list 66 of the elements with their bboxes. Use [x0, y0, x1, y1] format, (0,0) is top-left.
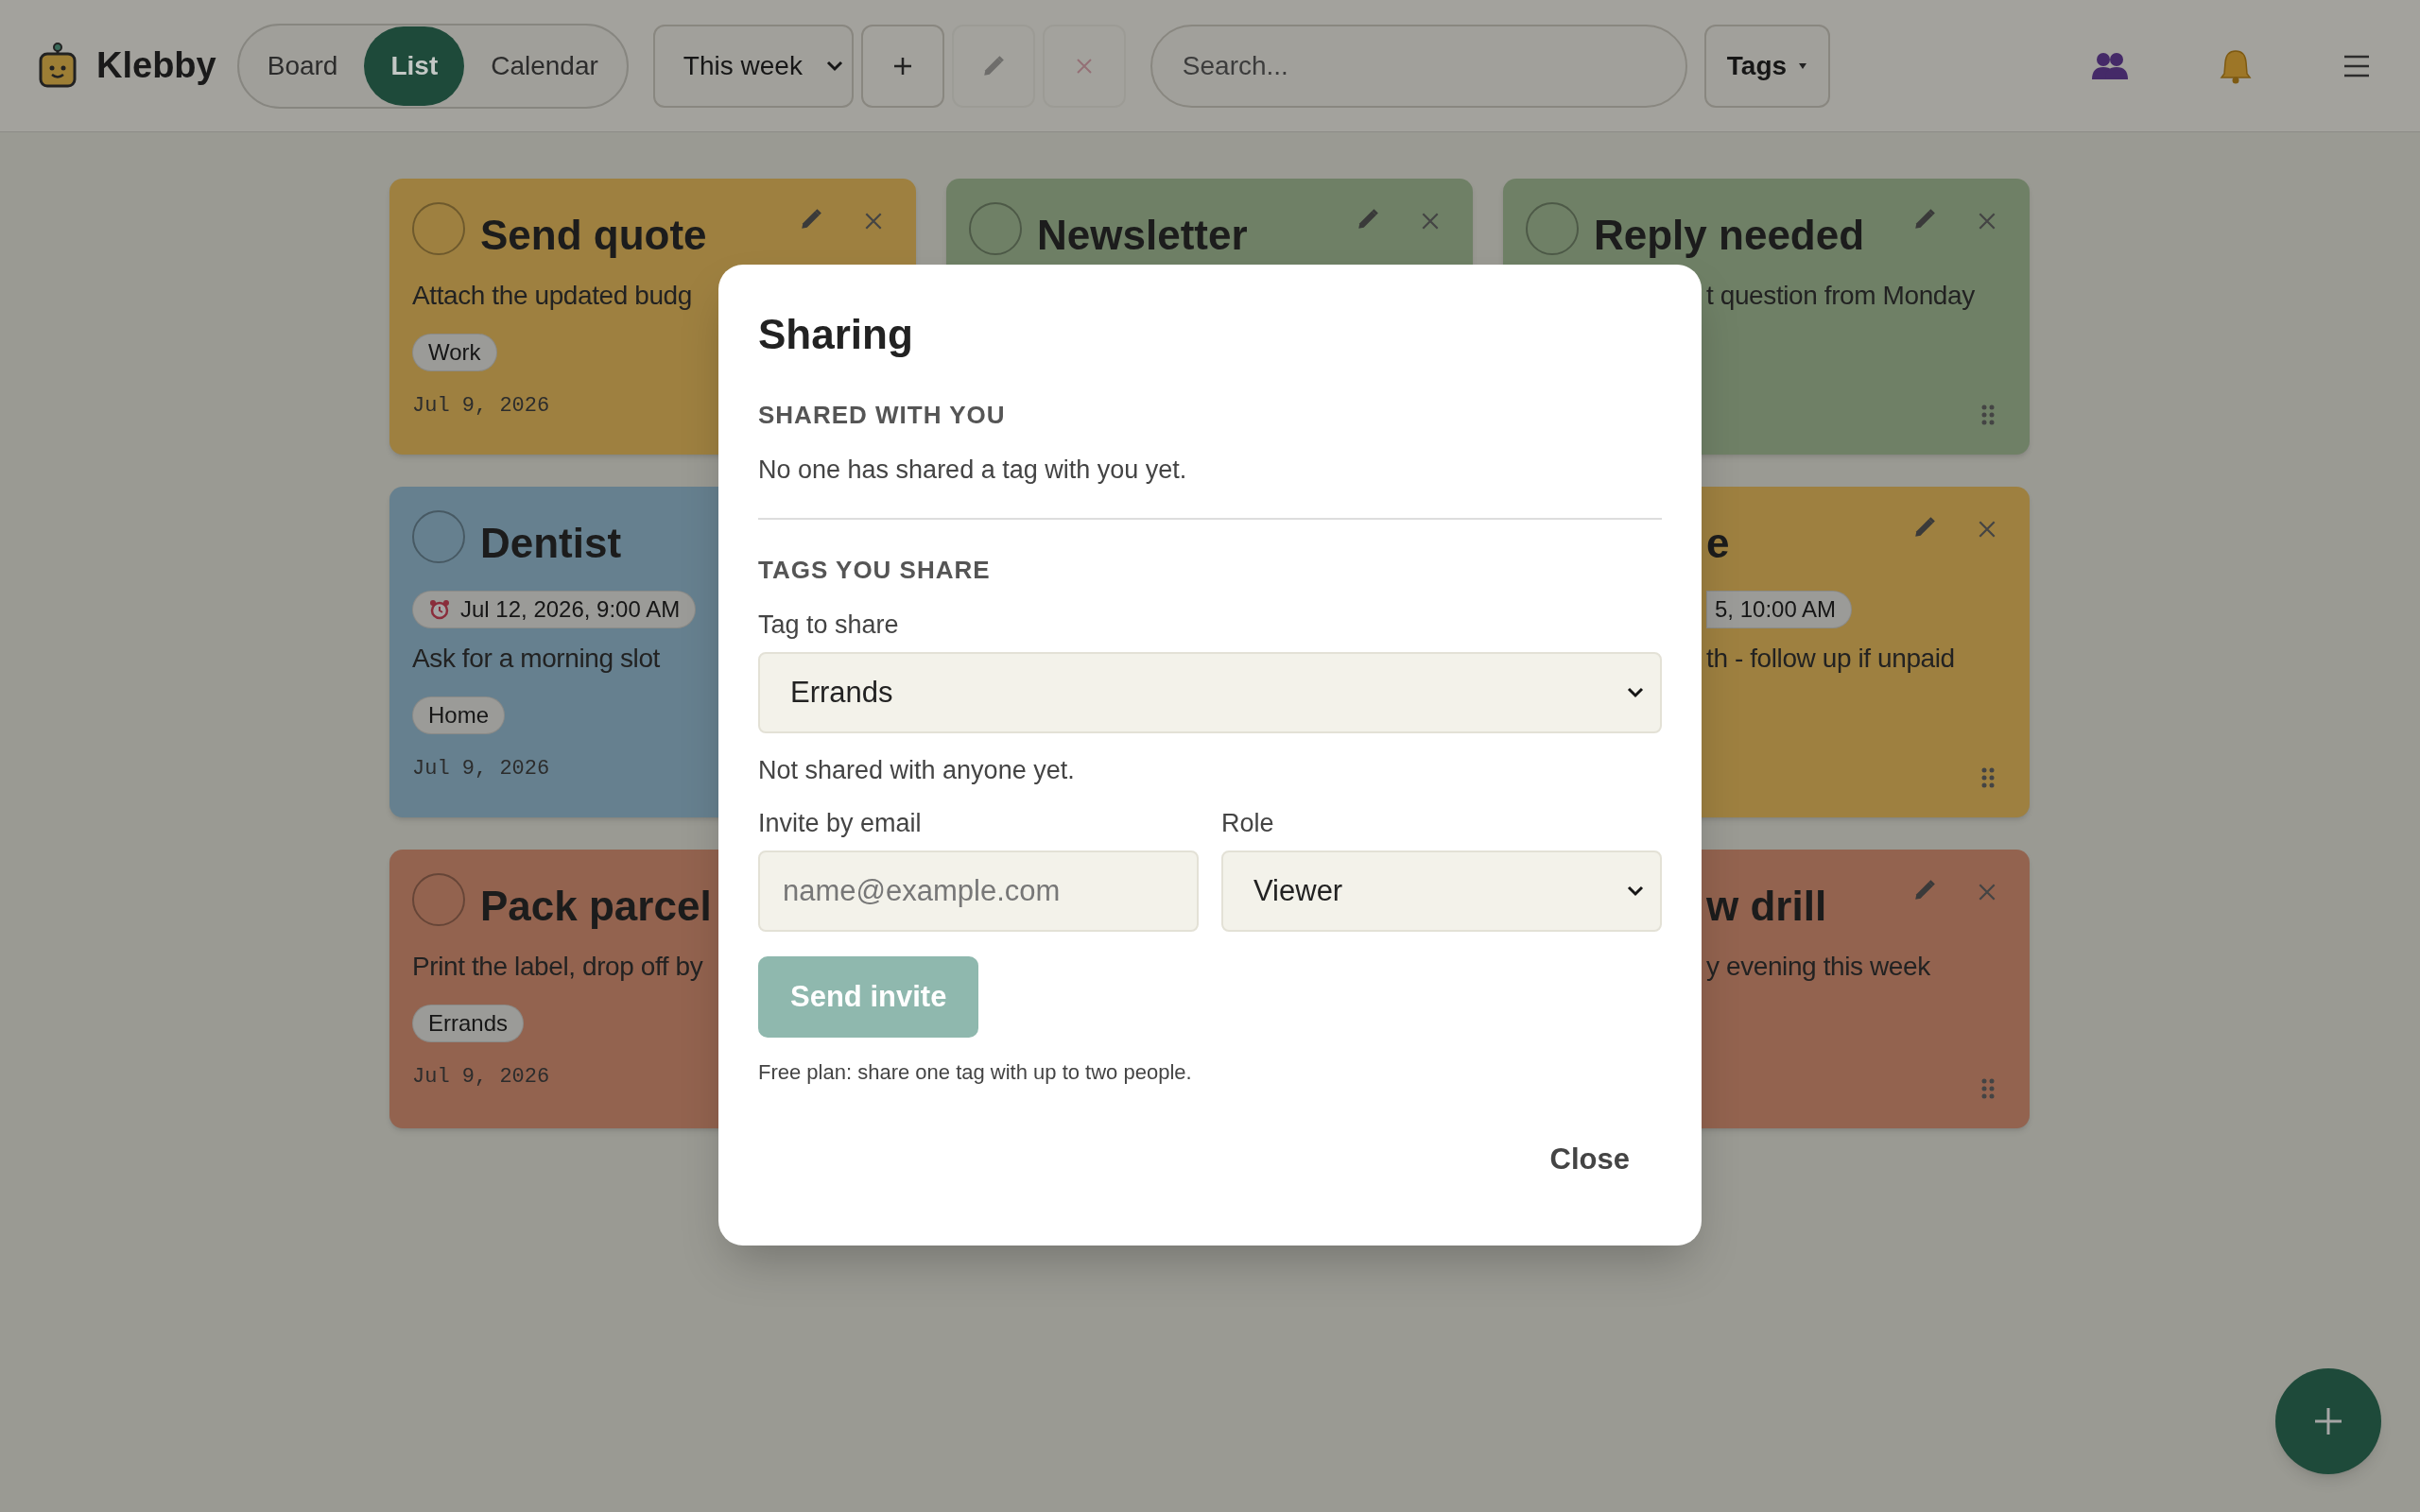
search-field[interactable]: Search...: [1150, 24, 1687, 108]
caret-icon: [1798, 61, 1808, 70]
dialog-title: Sharing: [758, 310, 914, 359]
card-description: t question from Monday: [1706, 280, 1975, 312]
card-title: Pack parcel: [480, 882, 712, 931]
role-select[interactable]: Viewer: [1221, 850, 1662, 932]
close-icon[interactable]: [1977, 882, 1997, 902]
pencil-icon[interactable]: [1912, 207, 1937, 232]
close-icon[interactable]: [1977, 519, 1997, 540]
card-date: Jul 9, 2026: [412, 1064, 550, 1091]
pencil-icon[interactable]: [1912, 878, 1937, 902]
card-title: Reply needed: [1594, 211, 1865, 260]
card-description: y evening this week: [1706, 951, 1930, 983]
card-title: Newsletter: [1037, 211, 1248, 260]
chevron-icon: [824, 59, 844, 73]
add-button[interactable]: [860, 24, 944, 108]
card-description: Print the label, drop off by: [412, 951, 703, 983]
complete-checkbox[interactable]: [412, 873, 465, 926]
card-description: Ask for a morning slot: [412, 643, 660, 675]
tag-chip: Errands: [412, 1005, 525, 1042]
view-tab[interactable]: List: [364, 26, 465, 106]
card-title: Dentist: [480, 519, 622, 568]
tag-chip: Work: [412, 334, 497, 371]
close-icon[interactable]: [863, 211, 884, 232]
chevron-icon: [1626, 686, 1645, 699]
empty-message: No one has shared a tag with you yet.: [758, 455, 1188, 486]
view-tab[interactable]: Calendar: [464, 26, 625, 106]
card-description: th - follow up if unpaid: [1706, 643, 1955, 675]
range-select[interactable]: This week: [652, 24, 854, 108]
menu-icon[interactable]: [2342, 53, 2371, 78]
email-field[interactable]: name@example.com: [758, 850, 1199, 932]
bell-icon[interactable]: [2220, 47, 2252, 84]
tags-button[interactable]: Tags: [1703, 24, 1831, 108]
logo-icon: [38, 42, 78, 90]
card-date: Jul 9, 2026: [412, 393, 550, 420]
people-icon[interactable]: [2091, 50, 2129, 81]
card-description: Attach the updated budg: [412, 280, 692, 312]
card-title: Send quote: [480, 211, 707, 260]
close-icon[interactable]: [1977, 211, 1997, 232]
pencil-icon[interactable]: [1912, 515, 1937, 540]
complete-checkbox[interactable]: [412, 202, 465, 255]
tag-select[interactable]: Errands: [758, 652, 1662, 733]
close-button[interactable]: Close: [1549, 1138, 1630, 1182]
card-title: e: [1706, 519, 1730, 568]
complete-checkbox[interactable]: [412, 510, 465, 563]
tag-chip: Home: [412, 696, 506, 734]
card-title: w drill: [1706, 882, 1827, 931]
drag-handle-icon[interactable]: [1980, 404, 1996, 426]
alarm-clock-icon: [428, 598, 451, 621]
reminder-text: 5, 10:00 AM: [1715, 595, 1837, 624]
close-icon: [1074, 56, 1094, 76]
reminder-text: Jul 12, 2026, 9:00 AM: [460, 595, 681, 624]
close-icon[interactable]: [1420, 211, 1441, 232]
pencil-icon[interactable]: [1356, 207, 1380, 232]
complete-checkbox[interactable]: [969, 202, 1022, 255]
plus-icon: [2312, 1405, 2344, 1437]
pencil-icon[interactable]: [799, 207, 823, 232]
drag-handle-icon[interactable]: [1980, 1077, 1996, 1100]
card-date: Jul 9, 2026: [412, 756, 550, 782]
chevron-icon: [1626, 885, 1645, 898]
view-tab[interactable]: Board: [240, 26, 365, 106]
field-label: Tag to share: [758, 610, 900, 641]
drag-handle-icon[interactable]: [1980, 766, 1996, 789]
complete-checkbox[interactable]: [1526, 202, 1579, 255]
app-name: Klebby: [96, 44, 216, 87]
field-label: Role: [1221, 808, 1275, 839]
